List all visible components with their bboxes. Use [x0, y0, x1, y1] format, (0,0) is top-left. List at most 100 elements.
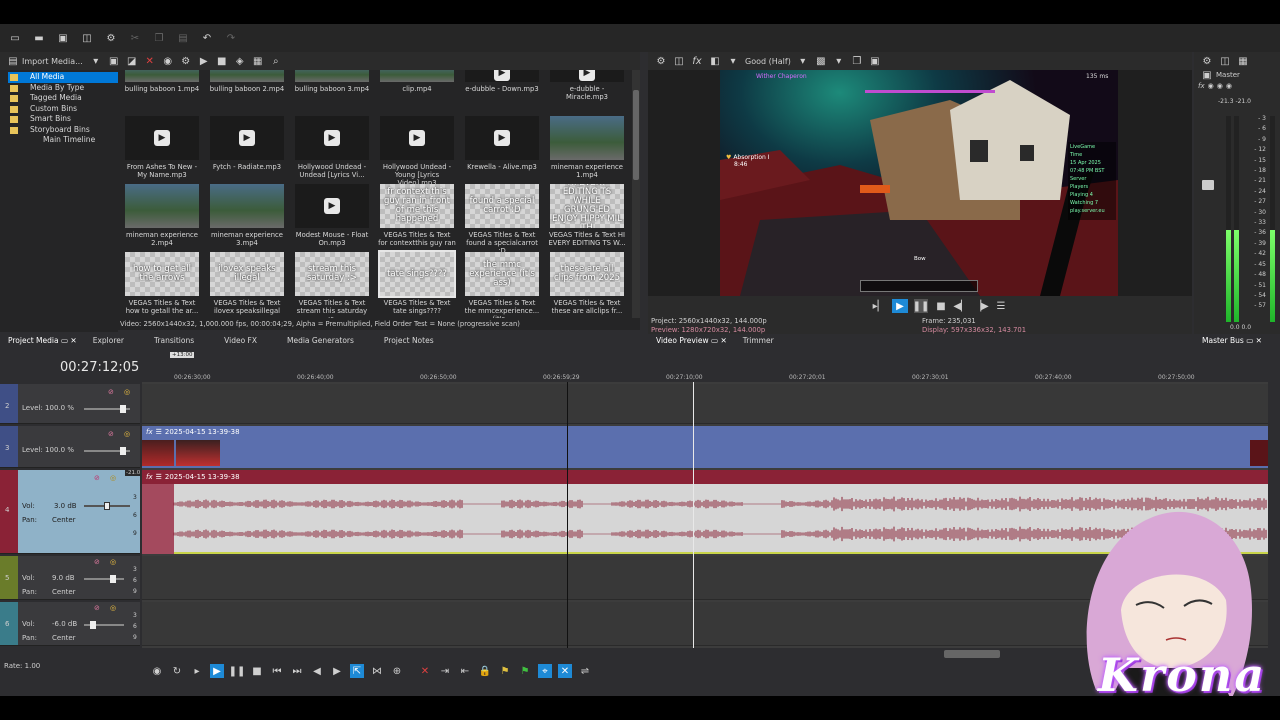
solo-icon[interactable]: ◎ [124, 430, 130, 438]
solo-icon[interactable]: ◎ [110, 474, 116, 482]
tree-item-all-media[interactable]: All Media [8, 72, 118, 83]
menu-icon[interactable]: ☰ [156, 473, 162, 481]
save-snapshot-icon[interactable]: ▣ [868, 54, 882, 68]
import-media-button[interactable]: Import Media... [22, 57, 83, 66]
loop-icon[interactable]: ▸▏ [872, 299, 886, 313]
capture-icon[interactable]: ▣ [107, 54, 121, 68]
downmix-icon[interactable]: ◫ [1218, 54, 1232, 68]
meter-options-icon[interactable]: ▦ [1236, 54, 1250, 68]
dropdown-icon[interactable]: ▾ [796, 54, 810, 68]
cut-icon[interactable]: ✂ [128, 31, 142, 45]
master-properties-icon[interactable]: ⚙ [1200, 54, 1214, 68]
track-header-5[interactable]: 5 Vol: 9.0 dB Pan: Center ⊘ ◎ 3 6 9 [0, 556, 140, 600]
get-media-icon[interactable]: ◪ [125, 54, 139, 68]
hscroll-thumb[interactable] [944, 650, 1000, 658]
tab-project-notes[interactable]: Project Notes [376, 334, 442, 348]
menu-icon[interactable]: ☰ [156, 428, 162, 436]
edit-tool-icon[interactable]: ⇱ [350, 664, 364, 678]
tab-trimmer[interactable]: Trimmer [735, 334, 782, 348]
playhead[interactable] [693, 382, 694, 658]
dropdown-icon[interactable]: ▾ [89, 54, 103, 68]
tree-item-storyboard-bins[interactable]: Storyboard Bins [8, 125, 118, 136]
quality-select[interactable]: Good (Half) [745, 57, 791, 66]
media-item[interactable]: mineman experience 1.mp4 [547, 116, 627, 182]
fx-icon[interactable]: fx [690, 54, 704, 68]
media-item[interactable]: fr context this guy ran in front of me t… [377, 184, 457, 255]
fx-icon[interactable]: fx [146, 473, 153, 481]
tree-item-tagged-media[interactable]: Tagged Media [8, 93, 118, 104]
media-item[interactable]: mineman experience 2.mp4 [122, 184, 202, 250]
play-icon[interactable]: ▶ [197, 54, 211, 68]
stop-icon[interactable]: ■ [215, 54, 229, 68]
tab-project-media[interactable]: Project Media ▭ ✕ [0, 334, 85, 348]
media-item[interactable]: mineman experience 3.mp4 [207, 184, 287, 250]
next-frame-icon[interactable]: ▶ [330, 664, 344, 678]
pause-button[interactable]: ❚❚ [913, 299, 929, 313]
menu-icon[interactable]: ☰ [994, 299, 1008, 313]
media-item[interactable]: ▶ Hollywood Undead - Young [Lyrics Video]… [377, 116, 457, 187]
stop-button[interactable]: ■ [934, 299, 948, 313]
media-item[interactable]: these are all clips from 2025 VEGAS Title… [547, 252, 627, 318]
properties-icon[interactable]: ⚙ [179, 54, 193, 68]
media-item[interactable]: ▶ Hollywood Undead - Undead [Lyrics Vi... [292, 116, 372, 182]
tab-explorer[interactable]: Explorer [85, 334, 132, 348]
tab-video-preview[interactable]: Video Preview ▭ ✕ [648, 334, 735, 348]
track-header-3[interactable]: 3 Level: 100.0 % ⊘ ◎ [0, 426, 140, 468]
tree-item-media-by-type[interactable]: Media By Type [8, 83, 118, 94]
mute-icon[interactable]: ⊘ [94, 558, 100, 566]
video-event[interactable]: fx ☰ 2025-04-15 13-39-38 [142, 426, 1268, 468]
auto-crossfade-icon[interactable]: ✕ [558, 664, 572, 678]
undo-icon[interactable]: ↶ [200, 31, 214, 45]
scroll-thumb[interactable] [633, 90, 639, 180]
envelope-tool-icon[interactable]: ⋈ [370, 664, 384, 678]
zoom-tool-icon[interactable]: ⊕ [390, 664, 404, 678]
media-item[interactable]: ▶ Fytch - Radiate.mp3 [207, 116, 287, 182]
auto-preview-icon[interactable]: ◈ [233, 54, 247, 68]
fx-icon[interactable]: fx [146, 428, 153, 436]
solo-icon[interactable]: ◎ [124, 388, 130, 396]
copy-icon[interactable]: ❐ [152, 31, 166, 45]
tree-item-custom-bins[interactable]: Custom Bins [8, 104, 118, 115]
record-icon[interactable]: ◉ [150, 664, 164, 678]
track-header-4[interactable]: 4 Vol: 3.0 dB Pan: Center ⊘ ◎ -21.0 3 6 … [0, 470, 142, 554]
search-icon[interactable]: ⌕ [269, 54, 283, 68]
prev-frame-button[interactable]: ◀▏ [953, 299, 968, 313]
tree-item-main-timeline[interactable]: Main Timeline [8, 135, 118, 146]
dropdown-icon[interactable]: ▾ [832, 54, 846, 68]
solo-icon[interactable]: ◎ [110, 604, 116, 612]
track-lane-2[interactable] [142, 384, 1268, 424]
stop-button[interactable]: ■ [250, 664, 264, 678]
snap-icon[interactable]: ⌖ [538, 664, 552, 678]
volume-slider[interactable] [84, 502, 130, 510]
media-item[interactable]: ▶ Krewella - Alive.mp3 [462, 116, 542, 182]
mute-icon[interactable]: ⊘ [94, 474, 100, 482]
device-icon[interactable]: ◫ [672, 54, 686, 68]
marker-icon[interactable]: ⚑ [498, 664, 512, 678]
media-item[interactable]: ▶ From Ashes To New - My Name.mp3 [122, 116, 202, 182]
media-item[interactable]: found a special carrot :D VEGAS Titles & … [462, 184, 542, 255]
media-item[interactable]: stream this saturday :> VEGAS Titles & Te… [292, 252, 372, 318]
import-media-icon[interactable]: ▤ [6, 54, 20, 68]
views-icon[interactable]: ▦ [251, 54, 265, 68]
tab-media-generators[interactable]: Media Generators [279, 334, 362, 348]
media-item[interactable]: how to get all the arrows VEGAS Titles & … [122, 252, 202, 318]
solo-icon[interactable]: ◉ [1217, 82, 1223, 90]
region-icon[interactable]: ⚑ [518, 664, 532, 678]
level-slider[interactable] [84, 447, 130, 455]
track-header-2[interactable]: 2 Level: 100.0 % ⊘ ◎ [0, 384, 140, 424]
media-scrollbar[interactable] [632, 70, 640, 318]
split-icon[interactable]: ⇤ [458, 664, 472, 678]
media-item[interactable]: ilovex speaks illegal VEGAS Titles & Text… [207, 252, 287, 318]
track-lane-3[interactable]: fx ☰ 2025-04-15 13-39-38 [142, 426, 1268, 468]
split-icon[interactable]: ◧ [708, 54, 722, 68]
go-end-icon[interactable]: ⏭ [290, 664, 304, 678]
fx-icon[interactable]: fx [1198, 82, 1205, 90]
loop-icon[interactable]: ↻ [170, 664, 184, 678]
tree-item-smart-bins[interactable]: Smart Bins [8, 114, 118, 125]
track-header-6[interactable]: 6 Vol: -6.0 dB Pan: Center ⊘ ◎ 3 6 9 [0, 602, 140, 646]
dropdown-icon[interactable]: ▾ [726, 54, 740, 68]
mute-icon[interactable]: ⊘ [94, 604, 100, 612]
automation-icon[interactable]: ◉ [1226, 82, 1232, 90]
play-button[interactable]: ▶ [210, 664, 224, 678]
next-frame-button[interactable]: ▕▶ [973, 299, 988, 313]
